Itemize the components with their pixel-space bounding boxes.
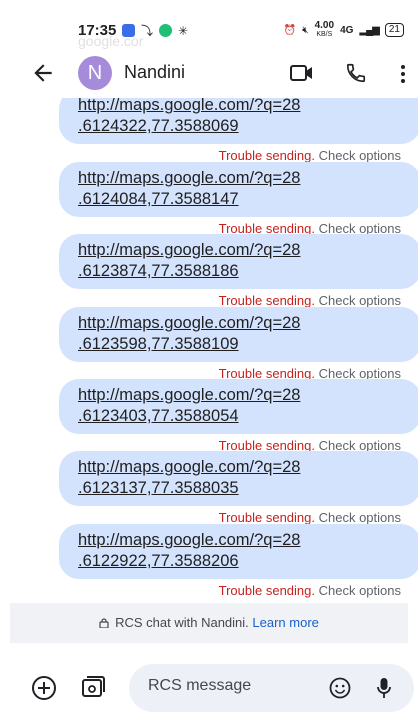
alarm-icon: ⏰ [283,24,297,36]
signal-icon: ▂▄▆ [359,24,379,36]
rcs-banner-text: RCS chat with Nandini. [115,615,249,630]
send-status[interactable]: Trouble sending. Check options [219,583,401,598]
notification-icons: ⤵ ✳ [122,22,188,39]
conversation-header: N Nandini [0,50,418,98]
back-arrow-icon[interactable] [30,60,56,86]
add-attachment-icon[interactable] [31,675,57,701]
message-link[interactable]: http://maps.google.com/?q=28.6123874,77.… [78,240,300,282]
message-item: http://maps.google.com/?q=28.6124084,77.… [0,162,418,236]
status-time: 17:35 [78,22,117,39]
battery-indicator: 21 [384,23,404,37]
network-type: 4G [340,24,354,36]
message-item: http://maps.google.com/?q=28.6122922,77.… [0,524,418,598]
message-list[interactable]: http://maps.google.com/?q=28.6124322,77.… [0,98,418,603]
message-input-container [129,664,414,712]
message-bubble[interactable]: http://maps.google.com/?q=28.6123874,77.… [59,234,418,289]
send-status[interactable]: Trouble sending. Check options [219,293,401,308]
chat-app-icon [159,24,173,37]
message-link[interactable]: http://maps.google.com/?q=28.6123403,77.… [78,385,300,427]
rcs-banner: RCS chat with Nandini. Learn more [10,603,408,643]
cloud-icon: ✳ [178,23,189,38]
message-link[interactable]: http://maps.google.com/?q=28.6123598,77.… [78,313,300,355]
message-link[interactable]: http://maps.google.com/?q=28.6124084,77.… [78,168,300,210]
message-link[interactable]: http://maps.google.com/?q=28.6122922,77.… [78,530,300,572]
messages-app-icon [122,24,135,37]
message-bubble[interactable]: http://maps.google.com/?q=28.6124084,77.… [59,162,418,217]
message-item: http://maps.google.com/?q=28.6123874,77.… [0,234,418,308]
microphone-icon[interactable] [376,676,392,700]
compose-bar [0,660,418,717]
system-icons: ⏰ 🔇︎ 4.00 KB/S 4G ▂▄▆ 21 [284,21,404,39]
video-call-icon[interactable] [289,62,315,84]
message-bubble[interactable]: http://maps.google.com/?q=28.6123403,77.… [59,379,418,434]
send-status[interactable]: Trouble sending. Check options [219,148,401,163]
emoji-icon[interactable] [329,677,351,699]
send-status[interactable]: Trouble sending. Check options [219,510,401,525]
message-bubble[interactable]: http://maps.google.com/?q=28.6124322,77.… [59,98,418,144]
status-bar: google.cor 17:35 ⤵ ✳ ⏰ 🔇︎ 4.00 KB/S 4G ▂… [0,0,418,49]
message-bubble[interactable]: http://maps.google.com/?q=28.6123137,77.… [59,451,418,506]
more-options-icon[interactable] [399,62,407,86]
message-input[interactable] [146,676,310,696]
message-item: http://maps.google.com/?q=28.6123137,77.… [0,451,418,525]
contact-name[interactable]: Nandini [124,62,185,83]
missed-call-icon: ⤵ [141,24,154,38]
message-item: http://maps.google.com/?q=28.6124322,77.… [0,98,418,163]
message-link[interactable]: http://maps.google.com/?q=28.6123137,77.… [78,457,300,499]
learn-more-link[interactable]: Learn more [252,615,318,630]
phone-call-icon[interactable] [345,61,367,85]
message-item: http://maps.google.com/?q=28.6123598,77.… [0,307,418,381]
message-bubble[interactable]: http://maps.google.com/?q=28.6122922,77.… [59,524,418,579]
net-speed: 4.00 KB/S [314,20,335,39]
lock-icon [99,618,109,628]
mute-icon: 🔇︎ [302,24,309,36]
message-bubble[interactable]: http://maps.google.com/?q=28.6123598,77.… [59,307,418,362]
message-item: http://maps.google.com/?q=28.6123403,77.… [0,379,418,453]
message-link[interactable]: http://maps.google.com/?q=28.6124322,77.… [78,98,300,137]
gallery-icon[interactable] [80,674,106,700]
avatar[interactable]: N [78,56,112,90]
